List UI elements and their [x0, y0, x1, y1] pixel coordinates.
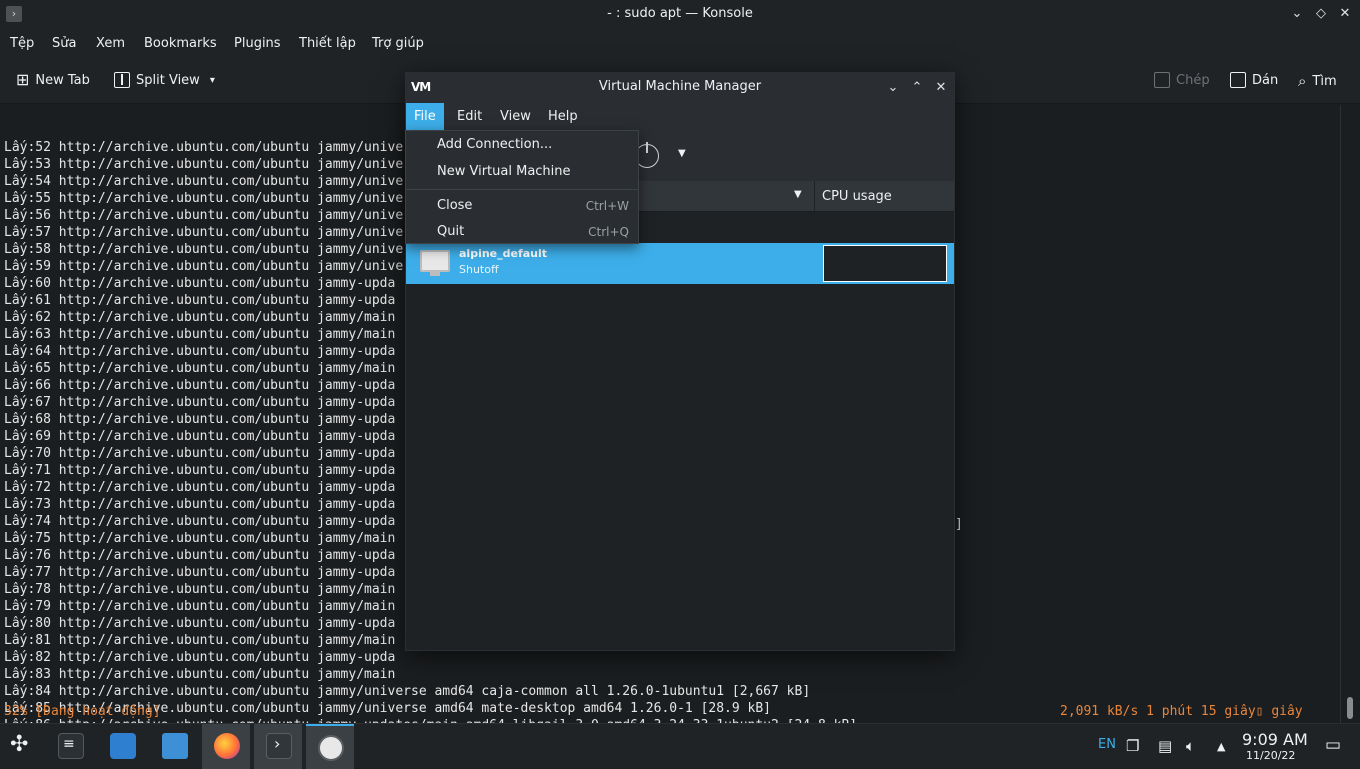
menu-help[interactable]: Trợ giúp [372, 36, 424, 51]
vmm-menubar: File Edit View Help [406, 103, 954, 131]
menu-item-label: Quit [437, 224, 465, 239]
menu-view[interactable]: Xem [96, 36, 125, 51]
column-separator [814, 181, 815, 212]
minimize-icon[interactable]: ⌄ [1288, 5, 1306, 23]
monitor-icon [420, 250, 450, 276]
file-menu-popup: Add Connection... New Virtual Machine Cl… [405, 130, 639, 244]
application-launcher-button[interactable]: ✣ [0, 724, 48, 769]
column-dropdown-icon[interactable]: ▼ [794, 189, 802, 200]
vmm-minimize-icon[interactable]: ⌄ [884, 79, 902, 97]
split-view-label: Split View [136, 72, 200, 88]
cpu-usage-graph [823, 245, 947, 282]
menu-plugins[interactable]: Plugins [234, 36, 281, 51]
menu-settings[interactable]: Thiết lập [299, 36, 356, 51]
vm-row[interactable]: alpine_default Shutoff [406, 243, 954, 284]
clipboard-icon[interactable]: ❐ [1126, 737, 1139, 755]
taskbar-virt-manager[interactable] [306, 724, 354, 769]
vm-name: alpine_default [459, 247, 548, 260]
new-tab-label: New Tab [35, 72, 90, 88]
find-button[interactable]: ⌕ Tìm [1298, 72, 1337, 90]
menu-file[interactable]: Tệp [10, 36, 34, 51]
menu-item-add-connection[interactable]: Add Connection... [406, 132, 638, 158]
vmm-titlebar[interactable]: VM Virtual Machine Manager ⌄ ⌃ ✕ [406, 73, 954, 103]
show-desktop-icon[interactable]: ▭ [1325, 735, 1341, 755]
paste-icon [1230, 72, 1246, 88]
search-icon: ⌕ [1298, 72, 1307, 90]
paste-button[interactable]: Dán [1230, 72, 1278, 88]
copy-label: Chép [1176, 72, 1210, 88]
menu-item-label: Add Connection... [437, 137, 553, 152]
menu-item-quit[interactable]: Quit Ctrl+Q [406, 219, 638, 245]
firefox-icon [214, 733, 240, 759]
chevron-down-icon: ▾ [209, 74, 215, 86]
vmm-window-title: Virtual Machine Manager [598, 79, 762, 94]
window-title: - : sudo apt — Konsole [607, 6, 753, 21]
menu-separator [406, 189, 638, 190]
menu-item-label: Close [437, 198, 473, 213]
konsole-titlebar[interactable]: › - : sudo apt — Konsole ⌄ ◇ ✕ [0, 0, 1360, 30]
taskbar: ✣ ≡ › EN ❐ ▤ 🔈︎ ▲ 9:09 AM 11/20/22 ▭ [0, 723, 1360, 769]
menu-item-new-vm[interactable]: New Virtual Machine [406, 159, 638, 185]
clock-date[interactable]: 11/20/22 [1246, 749, 1295, 762]
clock-time[interactable]: 9:09 AM [1242, 730, 1308, 749]
vmm-maximize-icon[interactable]: ⌃ [908, 79, 926, 97]
copy-button[interactable]: Chép [1154, 72, 1210, 88]
split-view-button[interactable]: Split View ▾ [114, 72, 215, 88]
system-tray-expand-icon[interactable]: ▲ [1217, 740, 1225, 753]
application-launcher-icon: ✣ [10, 732, 29, 757]
scrollbar-thumb[interactable] [1347, 697, 1353, 719]
copy-icon [1154, 72, 1170, 88]
maximize-icon[interactable]: ◇ [1312, 5, 1330, 23]
paste-label: Dán [1252, 72, 1279, 88]
vm-state: Shutoff [459, 263, 499, 276]
vmm-menu-view[interactable]: View [492, 103, 539, 131]
apt-progress-status: 32% [Đang hoạt động] [4, 704, 161, 719]
menu-bookmarks[interactable]: Bookmarks [144, 36, 217, 51]
power-dropdown-icon[interactable]: ▼ [678, 148, 686, 159]
taskbar-firefox[interactable] [202, 724, 250, 769]
taskbar-store[interactable] [98, 724, 146, 769]
menu-item-shortcut: Ctrl+Q [588, 225, 629, 239]
menubar: Tệp Sửa Xem Bookmarks Plugins Thiết lập … [0, 30, 1360, 58]
menu-item-shortcut: Ctrl+W [585, 199, 629, 213]
vm-list: alpine_default Shutoff [406, 212, 954, 650]
vmm-menu-file[interactable]: File [406, 103, 444, 131]
menu-item-label: New Virtual Machine [437, 164, 571, 179]
terminal-line: Lấy:84 http://archive.ubuntu.com/ubuntu … [4, 684, 811, 699]
menu-item-close[interactable]: Close Ctrl+W [406, 193, 638, 219]
terminal-bracket: ] [955, 517, 963, 532]
column-cpu-usage[interactable]: CPU usage [822, 189, 892, 204]
new-tab-button[interactable]: ⊞ New Tab [16, 72, 90, 88]
keyboard-layout-indicator[interactable]: EN [1098, 737, 1116, 752]
vmm-menu-edit[interactable]: Edit [449, 103, 490, 131]
taskbar-files[interactable] [150, 724, 198, 769]
vmm-close-icon[interactable]: ✕ [932, 79, 950, 97]
settings-slider-lines: ≡ [63, 736, 75, 752]
konsole-prompt-glyph: › [274, 734, 281, 753]
virt-manager-icon [318, 735, 344, 761]
store-icon [110, 733, 136, 759]
volume-icon[interactable]: 🔈︎ [1186, 737, 1195, 755]
taskbar-settings[interactable]: ≡ [46, 724, 94, 769]
terminal-line: Lấy:82 http://archive.ubuntu.com/ubuntu … [4, 650, 396, 665]
apt-download-speed: 2,091 kB/s 1 phút 15 giây▯ giây [1060, 704, 1303, 719]
menu-edit[interactable]: Sửa [52, 36, 76, 51]
find-label: Tìm [1312, 73, 1337, 89]
split-view-icon [114, 72, 130, 88]
new-tab-icon: ⊞ [16, 70, 30, 89]
scrollbar-track [1340, 105, 1341, 723]
files-icon [162, 733, 188, 759]
close-icon[interactable]: ✕ [1336, 5, 1354, 23]
vmm-menu-help[interactable]: Help [540, 103, 586, 131]
battery-icon[interactable]: ▤ [1158, 737, 1172, 755]
taskbar-konsole[interactable]: › [254, 724, 302, 769]
terminal-line: Lấy:83 http://archive.ubuntu.com/ubuntu … [4, 667, 396, 682]
terminal-scrollbar[interactable] [1340, 105, 1360, 723]
